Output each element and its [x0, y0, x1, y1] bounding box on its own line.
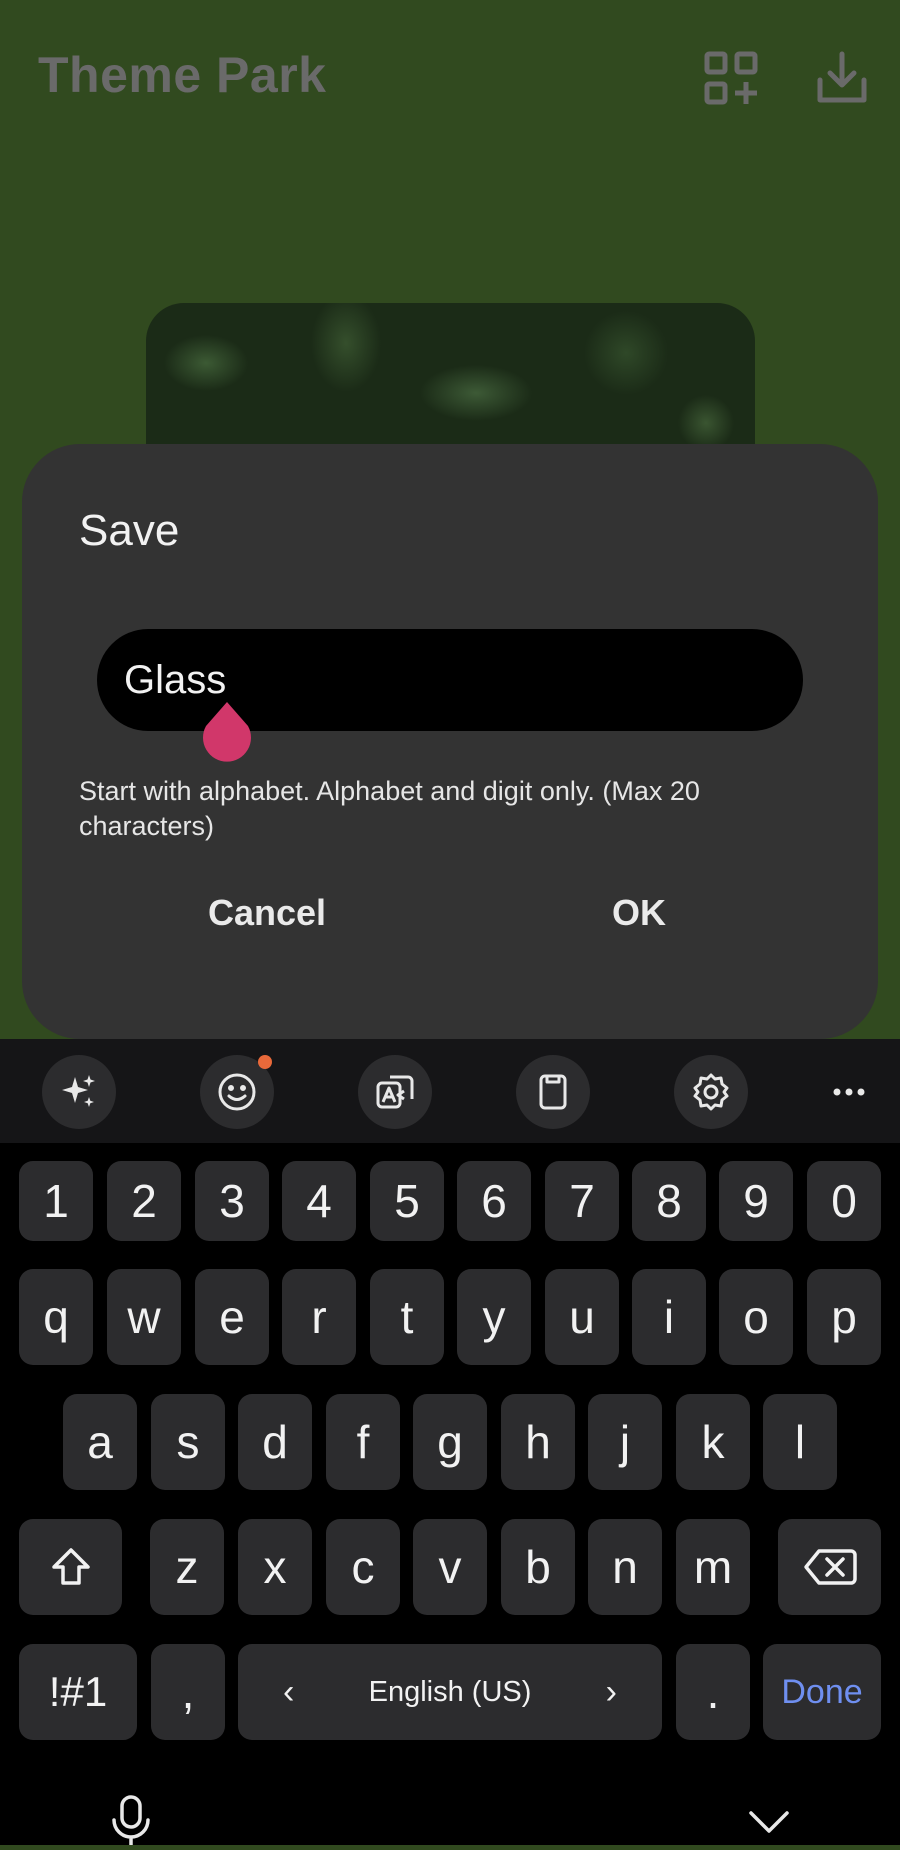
key-5[interactable]: 5 [370, 1161, 444, 1241]
key-6[interactable]: 6 [457, 1161, 531, 1241]
key-4[interactable]: 4 [282, 1161, 356, 1241]
period-key[interactable]: . [676, 1644, 750, 1740]
key-e[interactable]: e [195, 1269, 269, 1365]
emoji-icon[interactable] [200, 1055, 274, 1129]
key-y[interactable]: y [457, 1269, 531, 1365]
key-h[interactable]: h [501, 1394, 575, 1490]
translate-icon[interactable] [358, 1055, 432, 1129]
more-icon[interactable] [812, 1055, 886, 1129]
key-s[interactable]: s [151, 1394, 225, 1490]
key-o[interactable]: o [719, 1269, 793, 1365]
dialog-title: Save [79, 506, 180, 555]
key-b[interactable]: b [501, 1519, 575, 1615]
cursor-left-icon[interactable]: ‹ [283, 1644, 294, 1740]
key-l[interactable]: l [763, 1394, 837, 1490]
key-g[interactable]: g [413, 1394, 487, 1490]
key-0[interactable]: 0 [807, 1161, 881, 1241]
key-r[interactable]: r [282, 1269, 356, 1365]
key-j[interactable]: j [588, 1394, 662, 1490]
backspace-key[interactable] [778, 1519, 881, 1615]
key-i[interactable]: i [632, 1269, 706, 1365]
key-1[interactable]: 1 [19, 1161, 93, 1241]
cursor-right-icon[interactable]: › [606, 1644, 617, 1740]
app-title: Theme Park [38, 47, 327, 103]
key-m[interactable]: m [676, 1519, 750, 1615]
key-d[interactable]: d [238, 1394, 312, 1490]
shift-key[interactable] [19, 1519, 122, 1615]
qr-add-icon[interactable] [703, 50, 759, 106]
ok-button[interactable]: OK [612, 892, 666, 934]
app-header: Theme Park [0, 0, 900, 160]
space-key[interactable]: ‹ English (US) › [238, 1644, 662, 1740]
key-x[interactable]: x [238, 1519, 312, 1615]
microphone-icon[interactable] [108, 1794, 154, 1850]
keyboard: 1 2 3 4 5 6 7 8 9 0 q w e r t y u i o p … [0, 1039, 900, 1847]
cursor-handle-icon[interactable] [202, 702, 252, 764]
sparkle-icon[interactable] [42, 1055, 116, 1129]
shift-icon [51, 1548, 90, 1585]
download-icon[interactable] [814, 50, 870, 106]
save-dialog: Save Glass Start with alphabet. Alphabet… [22, 444, 878, 1039]
symbols-key[interactable]: !#1 [19, 1644, 137, 1740]
key-q[interactable]: q [19, 1269, 93, 1365]
key-c[interactable]: c [326, 1519, 400, 1615]
key-w[interactable]: w [107, 1269, 181, 1365]
key-z[interactable]: z [150, 1519, 224, 1615]
comma-key[interactable]: , [151, 1644, 225, 1740]
clipboard-icon[interactable] [516, 1055, 590, 1129]
done-key[interactable]: Done [763, 1644, 881, 1740]
hide-keyboard-icon[interactable] [748, 1809, 790, 1840]
key-u[interactable]: u [545, 1269, 619, 1365]
key-3[interactable]: 3 [195, 1161, 269, 1241]
key-f[interactable]: f [326, 1394, 400, 1490]
backspace-icon [803, 1549, 857, 1585]
cancel-button[interactable]: Cancel [208, 892, 326, 934]
key-k[interactable]: k [676, 1394, 750, 1490]
theme-name-value: Glass [124, 657, 227, 702]
key-2[interactable]: 2 [107, 1161, 181, 1241]
key-p[interactable]: p [807, 1269, 881, 1365]
key-v[interactable]: v [413, 1519, 487, 1615]
input-hint: Start with alphabet. Alphabet and digit … [79, 776, 700, 841]
settings-icon[interactable] [674, 1055, 748, 1129]
key-8[interactable]: 8 [632, 1161, 706, 1241]
key-n[interactable]: n [588, 1519, 662, 1615]
key-t[interactable]: t [370, 1269, 444, 1365]
key-9[interactable]: 9 [719, 1161, 793, 1241]
key-a[interactable]: a [63, 1394, 137, 1490]
keyboard-toolbar [0, 1039, 900, 1143]
space-language-label: English (US) [368, 1675, 532, 1708]
notification-dot [258, 1055, 272, 1069]
key-7[interactable]: 7 [545, 1161, 619, 1241]
